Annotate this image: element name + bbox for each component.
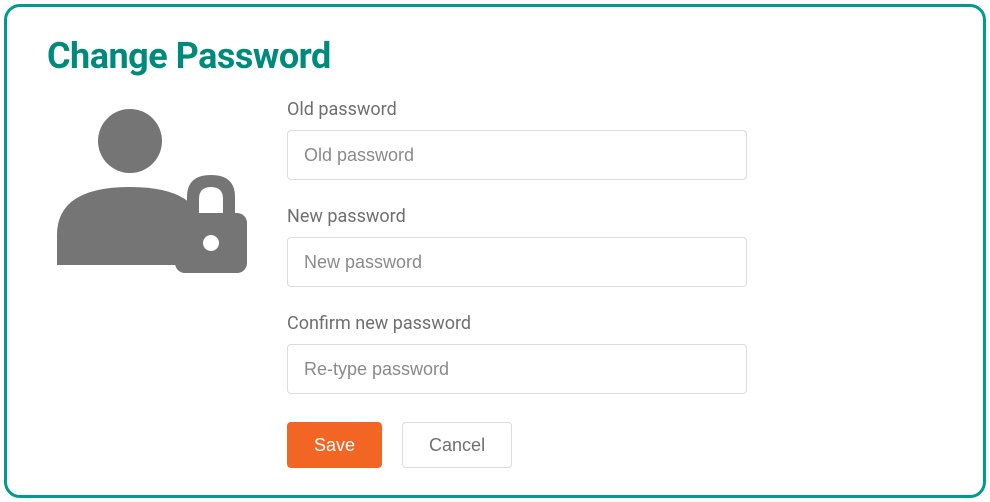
button-row: Save Cancel xyxy=(287,422,747,468)
password-form: Old password New password Confirm new pa… xyxy=(287,99,747,468)
new-password-label: New password xyxy=(287,206,747,227)
confirm-password-label: Confirm new password xyxy=(287,313,747,334)
confirm-password-input[interactable] xyxy=(287,344,747,394)
page-title: Change Password xyxy=(47,35,943,77)
save-button[interactable]: Save xyxy=(287,422,382,468)
change-password-card: Change Password Old password New passwor… xyxy=(4,4,986,498)
user-lock-icon xyxy=(47,99,247,275)
old-password-label: Old password xyxy=(287,99,747,120)
new-password-input[interactable] xyxy=(287,237,747,287)
cancel-button[interactable]: Cancel xyxy=(402,422,512,468)
content-row: Old password New password Confirm new pa… xyxy=(47,99,943,468)
old-password-input[interactable] xyxy=(287,130,747,180)
